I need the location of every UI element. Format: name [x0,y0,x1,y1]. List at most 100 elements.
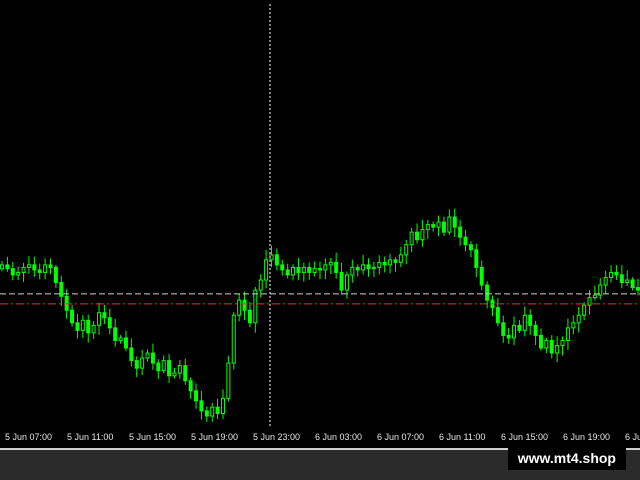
candle-body [549,339,554,354]
time-tick-label: 6 Jun 03:00 [315,432,363,442]
candle-body [5,264,10,270]
price-chart[interactable] [0,0,640,428]
candle-body [447,216,452,233]
candle-body [544,339,549,349]
candle-body [264,259,269,281]
candle-body [377,261,382,268]
candle-body [420,229,425,241]
candle-body [636,287,640,291]
candle-body [468,244,473,251]
candle-body [565,327,570,341]
candle-body [555,344,560,354]
candle-body [517,324,522,331]
candle-body [431,224,436,228]
time-tick-label: 6 Jun 07:00 [377,432,425,442]
candle-body [560,339,565,346]
candle-body [258,279,263,291]
candle-body [458,226,463,238]
time-tick-label: 6 Jun 11:00 [439,432,486,442]
candle-body [274,254,279,266]
candle-body [26,264,31,268]
candle-body [350,266,355,276]
candle-body [398,254,403,263]
candle-body [70,309,75,324]
candle-body [404,244,409,256]
candle-body [167,360,172,377]
candle-body [382,261,387,266]
candle-body [474,249,479,268]
candle-body [371,266,376,270]
candle-body [156,362,161,372]
candle-body [210,406,215,417]
candle-body [501,322,506,336]
candle-body [609,271,614,278]
candle-body [97,312,102,326]
candle-body [393,259,398,263]
candle-body [307,266,312,273]
time-tick-label: 5 Jun 19:00 [191,432,239,442]
candle-body [16,271,21,276]
candle-body [533,324,538,336]
candle-body [21,266,26,273]
candle-body [366,264,371,270]
candle-body [129,347,134,362]
candle-body [571,322,576,329]
candle-body [285,269,290,276]
time-tick-label: 6 Jun 15:00 [501,432,549,442]
candle-body [452,216,457,228]
time-tick-label: 6 Jun [625,432,640,442]
watermark-label: www.mt4.shop [507,446,626,470]
candle-body [183,365,188,382]
candle-body [328,261,333,266]
candle-body [140,357,145,369]
candle-body [415,231,420,241]
candle-body [113,327,118,341]
candle-body [253,289,258,324]
candle-body [177,365,182,374]
candle-body [188,380,193,392]
candle-body [247,309,252,324]
candle-body [576,314,581,324]
candle-body [436,221,441,228]
candle-body [91,324,96,334]
candle-body [495,307,500,324]
candle-body [134,360,139,369]
candle-body [301,266,306,273]
candle-body [145,352,150,359]
time-tick-label: 5 Jun 11:00 [67,432,114,442]
candle-body [291,266,296,276]
candle-body [361,264,366,271]
candle-body [107,317,112,329]
candle-body [355,266,360,271]
candle-body [10,268,15,276]
candle-body [312,268,317,273]
candle-body [237,299,242,316]
candle-body [118,337,123,341]
candle-body [194,390,199,402]
candle-body [463,236,468,246]
candle-body [204,410,209,417]
candle-body [506,334,511,339]
candle-body [388,259,393,266]
candle-body [479,266,484,286]
candles-layer [0,208,640,423]
candle-body [59,282,64,297]
candle-body [425,224,430,231]
candle-body [630,279,635,289]
candle-body [614,271,619,276]
candle-body [512,324,517,339]
candle-body [280,264,285,271]
time-tick-label: 5 Jun 15:00 [129,432,177,442]
candle-body [80,319,85,331]
candle-body [199,400,204,412]
time-tick-label: 6 Jun 19:00 [563,432,611,442]
candle-body [625,279,630,284]
chart-area[interactable] [0,0,640,428]
candle-body [323,264,328,271]
candle-body [603,276,608,286]
candle-body [102,312,107,319]
candle-body [339,271,344,291]
candle-body [0,264,4,270]
candle-body [64,295,69,311]
time-tick-label: 5 Jun 23:00 [253,432,301,442]
